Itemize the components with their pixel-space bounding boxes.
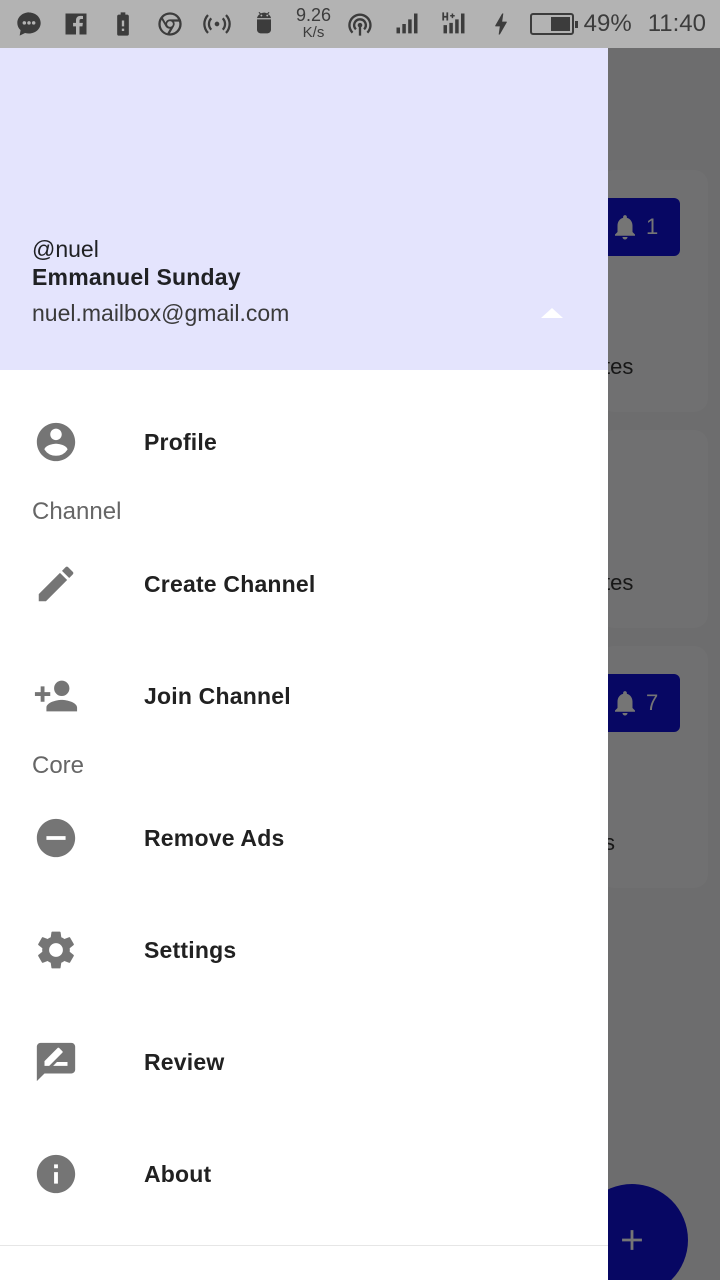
account-name: Emmanuel Sunday [32, 264, 241, 290]
drawer-divider [0, 1245, 608, 1246]
android-icon [249, 9, 279, 39]
battery-percent: 49% [583, 10, 632, 37]
person-add-icon [32, 672, 80, 720]
info-icon [32, 1150, 80, 1198]
pencil-icon [32, 560, 80, 608]
menu-item-about[interactable]: About [0, 1126, 608, 1222]
account-circle-icon [32, 418, 80, 466]
chrome-icon [155, 9, 185, 39]
status-bar: 9.26 K/s 49% 11:40 [0, 0, 720, 48]
rate-review-icon [32, 1038, 80, 1086]
battery-alert-icon [108, 9, 138, 39]
username: @nuel [32, 236, 99, 262]
section-header-channel: Channel [32, 498, 122, 525]
account-switcher-caret-icon[interactable] [541, 308, 563, 318]
section-header-core: Core [32, 752, 85, 779]
menu-item-label: Remove Ads [144, 824, 285, 851]
charging-icon [486, 9, 516, 39]
menu-item-label: About [144, 1160, 212, 1187]
menu-item-label: Review [144, 1048, 225, 1075]
signal-hplus-icon [439, 9, 469, 39]
battery-icon [529, 13, 578, 35]
hotspot-icon [202, 9, 232, 39]
nfc-icon [345, 9, 375, 39]
menu-item-label: Settings [144, 936, 237, 963]
menu-item-remove-ads[interactable]: Remove Ads [0, 790, 608, 886]
account-email: nuel.mailbox@gmail.com [32, 300, 290, 326]
menu-item-label: Join Channel [144, 682, 291, 709]
menu-item-settings[interactable]: Settings [0, 902, 608, 998]
remove-circle-icon [32, 814, 80, 862]
signal-icon [392, 9, 422, 39]
network-speed-unit: K/s [302, 24, 325, 41]
facebook-icon [61, 9, 91, 39]
drawer-header: @nuel Emmanuel Sunday nuel.mailbox@gmail… [0, 48, 608, 370]
network-speed: 9.26 K/s [296, 5, 332, 41]
navigation-drawer: @nuel Emmanuel Sunday nuel.mailbox@gmail… [0, 48, 608, 1280]
clock: 11:40 [647, 10, 706, 37]
gear-icon [32, 926, 80, 974]
network-speed-value: 9.26 [296, 5, 332, 25]
menu-item-label: Profile [144, 428, 217, 455]
chat-bubble-icon [14, 9, 44, 39]
menu-item-join-channel[interactable]: Join Channel [0, 648, 608, 744]
menu-item-profile[interactable]: Profile [0, 394, 608, 490]
menu-item-label: Create Channel [144, 570, 316, 597]
menu-item-create-channel[interactable]: Create Channel [0, 536, 608, 632]
battery-fill [551, 17, 570, 31]
menu-item-review[interactable]: Review [0, 1014, 608, 1110]
